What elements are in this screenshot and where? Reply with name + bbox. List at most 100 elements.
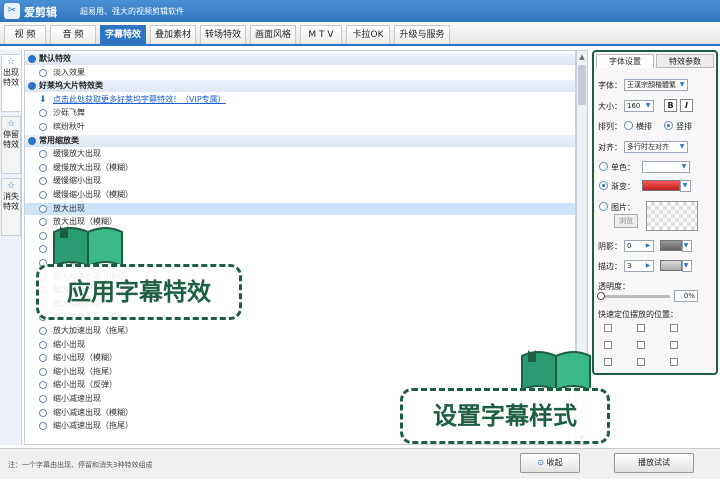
- opacity-slider[interactable]: [597, 292, 670, 300]
- list-item-label: 缓慢缩小出现: [53, 176, 101, 186]
- category-header[interactable]: 好莱坞大片特效类: [25, 80, 575, 93]
- list-item[interactable]: 缩小出现（模糊）: [25, 352, 575, 364]
- gradient-color-swatch[interactable]: [642, 180, 680, 191]
- list-item[interactable]: 缓慢放大出现（模糊）: [25, 162, 575, 174]
- horizontal-label: 横排: [636, 122, 652, 131]
- gradient-color-dropdown[interactable]: ▼: [680, 180, 691, 192]
- radio-icon: [39, 150, 47, 159]
- radio-icon: [39, 395, 47, 403]
- mono-color-select[interactable]: ▼: [642, 161, 690, 173]
- collapse-icon: [28, 55, 36, 63]
- border-color-dropdown[interactable]: ▼: [682, 260, 692, 272]
- image-preview: [646, 201, 698, 231]
- list-item[interactable]: 沙砾飞舞: [25, 107, 575, 119]
- position-checkbox[interactable]: [637, 341, 645, 349]
- title-bar: ✂ 爱剪辑 超易用、强大的视频剪辑软件: [0, 0, 720, 22]
- opacity-slider-knob[interactable]: [597, 292, 605, 300]
- list-item[interactable]: ⬇ 点击此处获取更多好莱坞字幕特效！（VIP专属）: [25, 94, 575, 106]
- italic-button[interactable]: I: [680, 99, 693, 112]
- image-label: 图片：: [611, 203, 635, 212]
- list-item[interactable]: 缓慢缩小出现（模糊）: [25, 189, 575, 201]
- list-item[interactable]: 缓慢缩小出现: [25, 175, 575, 187]
- tab-font-settings[interactable]: 字体设置: [596, 54, 654, 68]
- browse-button[interactable]: 浏览: [614, 214, 638, 228]
- list-item-label: 放大出现: [53, 203, 85, 213]
- radio-icon: [39, 191, 47, 199]
- radio-icon: [39, 340, 47, 349]
- vertical-radio[interactable]: [664, 121, 673, 130]
- tab-effect-params[interactable]: 特效参数: [656, 54, 714, 68]
- list-item[interactable]: 缩小出现: [25, 339, 575, 351]
- collapse-icon: [28, 136, 36, 145]
- star-icon: ☆: [6, 181, 16, 191]
- list-item[interactable]: 放大出现: [25, 202, 575, 215]
- border-color-swatch[interactable]: [660, 260, 682, 271]
- bold-button[interactable]: B: [664, 99, 677, 112]
- scroll-up-icon[interactable]: ▲: [577, 51, 587, 63]
- shadow-color-swatch[interactable]: [660, 240, 682, 251]
- app-name: 爱剪辑: [24, 6, 57, 19]
- tab-overlay-material[interactable]: 叠加素材: [150, 25, 196, 44]
- list-item[interactable]: 缤纷秋叶: [25, 121, 575, 133]
- tab-audio[interactable]: 音 频: [50, 25, 96, 44]
- list-item-label: 缩小出现（模糊）: [53, 353, 117, 363]
- position-checkbox[interactable]: [604, 324, 612, 332]
- side-tab-disappear[interactable]: ☆ 消失特效: [1, 178, 21, 236]
- vip-link[interactable]: 点击此处获取更多好莱坞字幕特效！（VIP专属）: [53, 94, 226, 106]
- position-checkbox[interactable]: [637, 358, 645, 366]
- position-checkbox[interactable]: [604, 358, 612, 366]
- image-radio[interactable]: [599, 202, 608, 211]
- size-select[interactable]: 160 ▼: [624, 100, 654, 112]
- collapse-button[interactable]: ⊙ 收起: [520, 453, 580, 473]
- mono-color-radio[interactable]: [599, 162, 608, 171]
- size-value: 160: [627, 102, 641, 110]
- list-item[interactable]: 放大加速出现（拖尾）: [25, 325, 575, 337]
- border-value: 3: [627, 262, 632, 270]
- star-icon: ☆: [6, 119, 16, 129]
- horizontal-radio[interactable]: [624, 121, 633, 130]
- category-header[interactable]: 默认特效: [25, 53, 575, 65]
- font-select[interactable]: 王漢宗顏楷體繁 ▼: [624, 79, 688, 91]
- position-checkbox[interactable]: [637, 324, 645, 332]
- tab-upgrade-service[interactable]: 升级与服务: [394, 25, 450, 44]
- side-tab-label: 出现特效: [3, 68, 19, 87]
- position-checkbox[interactable]: [670, 324, 678, 332]
- download-icon: ⬇: [39, 94, 47, 105]
- tab-picture-style[interactable]: 画面风格: [250, 25, 296, 44]
- gradient-radio[interactable]: [599, 181, 608, 190]
- position-label: 快速定位摆放的位置：: [598, 310, 678, 319]
- radio-icon: [39, 68, 47, 77]
- opacity-label: 透明度：: [598, 282, 630, 291]
- list-item[interactable]: 淡入效果: [25, 67, 575, 79]
- list-item-label: 缩小减速出现（拖尾）: [53, 421, 133, 431]
- position-checkbox[interactable]: [670, 341, 678, 349]
- shadow-color-dropdown[interactable]: ▼: [682, 240, 692, 252]
- position-checkbox[interactable]: [604, 341, 612, 349]
- side-tab-stay[interactable]: ☆ 停留特效: [1, 116, 21, 174]
- side-tab-appear[interactable]: ☆ 出现特效: [1, 54, 21, 112]
- list-item-label: 默认特效: [39, 54, 71, 63]
- book-icon: [521, 350, 591, 392]
- shadow-size-select[interactable]: 0 ▶: [624, 240, 654, 252]
- category-header[interactable]: 常用缩放类: [25, 134, 575, 147]
- tab-video[interactable]: 视 频: [4, 25, 46, 44]
- border-size-select[interactable]: 3 ▶: [624, 260, 654, 272]
- position-checkbox[interactable]: [670, 358, 678, 366]
- list-item-label: 缩小出现（反弹）: [53, 380, 117, 390]
- list-item[interactable]: 缓慢放大出现: [25, 148, 575, 160]
- side-tab-label: 消失特效: [3, 192, 19, 211]
- align-select[interactable]: 多行时左对齐 ▼: [624, 141, 688, 153]
- tab-transition-effects[interactable]: 转场特效: [200, 25, 246, 44]
- tab-subtitle-effects[interactable]: 字幕特效: [100, 25, 146, 44]
- list-item-label: 淡入效果: [53, 67, 85, 77]
- radio-icon: [39, 354, 47, 363]
- list-item[interactable]: 缩小出现（拖尾）: [25, 366, 575, 378]
- tab-karaoke[interactable]: 卡拉OK: [346, 25, 390, 44]
- main-menu-tabs: 视 频 音 频 字幕特效 叠加素材 转场特效 画面风格 M T V 卡拉OK 升…: [0, 22, 720, 46]
- preview-button[interactable]: 播放试试: [614, 453, 694, 473]
- scroll-thumb[interactable]: [578, 65, 586, 105]
- list-item-label: 常用缩放类: [39, 135, 79, 145]
- size-label: 大小：: [598, 102, 622, 111]
- mono-color-label: 单色：: [611, 163, 635, 172]
- tab-mtv[interactable]: M T V: [300, 25, 342, 44]
